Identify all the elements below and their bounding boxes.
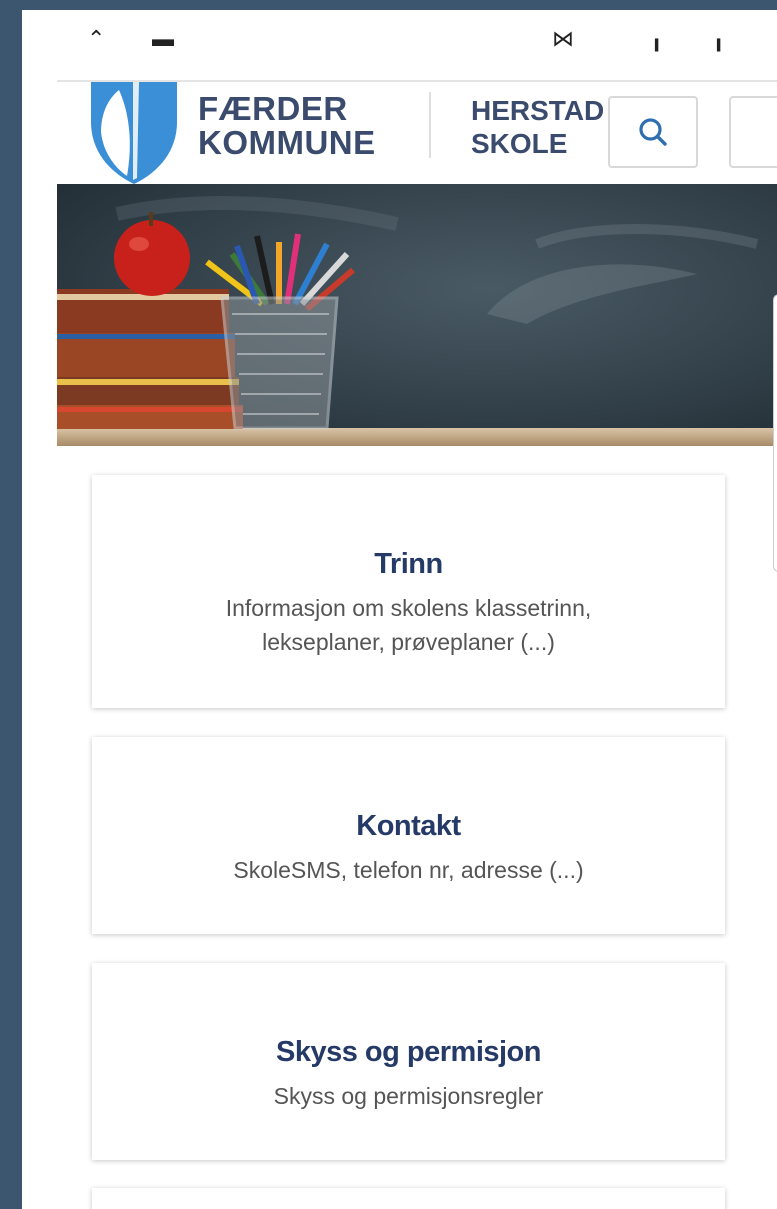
site-header: FÆRDER KOMMUNE HERSTAD SKOLE <box>57 80 777 186</box>
header-banner-image <box>57 184 777 446</box>
menu-button[interactable] <box>729 96 777 168</box>
municipality-name: FÆRDER KOMMUNE <box>198 92 376 160</box>
card-title: Kontakt <box>356 810 461 842</box>
school-name-line1: HERSTAD <box>471 95 605 126</box>
card-skyss-og-permisjon[interactable]: Skyss og permisjon Skyss og permisjonsre… <box>92 963 725 1160</box>
status-icon-left-2: ▬ <box>152 26 174 51</box>
phone-screen: ⌃ ▬ ⋈ ╻ ╻ FÆRDER KOMMUNE HERSTAD SKOLE T… <box>22 10 777 1209</box>
status-icon-right: ⋈ <box>552 26 574 51</box>
municipality-name-line2: KOMMUNE <box>198 124 376 161</box>
municipality-name-line1: FÆRDER <box>198 90 348 127</box>
card-description: Informasjon om skolens klassetrinn, leks… <box>225 595 592 655</box>
status-icon-right-3: ╻ <box>712 26 726 51</box>
side-drawer-handle[interactable] <box>773 294 777 572</box>
search-icon <box>639 118 667 146</box>
header-divider <box>429 92 431 158</box>
card-kontakt[interactable]: Kontakt SkoleSMS, telefon nr, adresse (.… <box>92 737 725 934</box>
card-description: Skyss og permisjonsregler <box>273 1083 544 1109</box>
card-description: SkoleSMS, telefon nr, adresse (...) <box>233 857 584 883</box>
kommune-shield-logo[interactable] <box>89 82 179 186</box>
status-icon-right-2: ╻ <box>650 26 664 51</box>
page-content: FÆRDER KOMMUNE HERSTAD SKOLE Trinn Infor… <box>57 80 777 1209</box>
card-next[interactable] <box>92 1188 725 1209</box>
status-icon-left: ⌃ <box>87 26 106 51</box>
search-button[interactable] <box>608 96 698 168</box>
card-title: Skyss og permisjon <box>276 1036 542 1068</box>
card-title: Trinn <box>374 548 443 580</box>
school-name: HERSTAD SKOLE <box>471 94 604 160</box>
school-name-line2: SKOLE <box>471 128 568 159</box>
card-trinn[interactable]: Trinn Informasjon om skolens klassetrinn… <box>92 475 725 708</box>
status-bar: ⌃ ▬ ⋈ ╻ ╻ <box>22 10 777 80</box>
